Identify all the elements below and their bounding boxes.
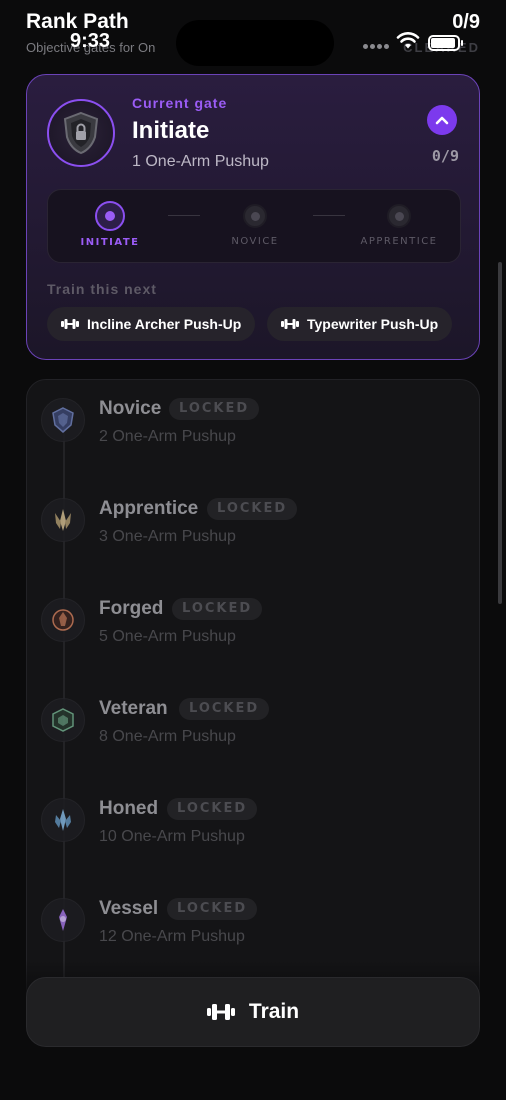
rank-name: Forged: [99, 598, 164, 619]
battery-icon: [428, 35, 460, 51]
step-dot: [243, 204, 267, 228]
locked-badge: LOCKED: [167, 798, 258, 820]
suggestion-chip-label: Typewriter Push-Up: [307, 316, 439, 332]
rank-item-honed[interactable]: Honed LOCKED 10 One-Arm Pushup: [27, 780, 479, 880]
dynamic-island: [176, 20, 334, 66]
status-clock: 9:33: [70, 30, 111, 52]
rank-requirement: 2 One-Arm Pushup: [99, 428, 236, 445]
rank-name: Vessel: [99, 898, 159, 919]
vessel-icon: [41, 898, 85, 942]
step-label: NOVICE: [231, 236, 279, 247]
suggestion-chip[interactable]: Typewriter Push-Up: [267, 307, 453, 341]
step-label: APPRENTICE: [360, 236, 438, 247]
collapse-button[interactable]: [427, 105, 457, 135]
locked-badge: LOCKED: [179, 698, 270, 720]
current-gate-card[interactable]: Current gate Initiate 1 One-Arm Pushup 0…: [26, 74, 480, 360]
locked-badge: LOCKED: [169, 398, 260, 420]
step-novice[interactable]: NOVICE: [205, 204, 305, 247]
rank-item-apprentice[interactable]: Apprentice LOCKED 3 One-Arm Pushup: [27, 480, 479, 580]
rank-name: Apprentice: [99, 498, 199, 519]
rank-requirement: 5 One-Arm Pushup: [99, 628, 236, 645]
rank-item-forged[interactable]: Forged LOCKED 5 One-Arm Pushup: [27, 580, 479, 680]
current-gate-requirement: 1 One-Arm Pushup: [132, 153, 269, 170]
step-connector: [313, 215, 345, 216]
suggestion-chip[interactable]: Incline Archer Push-Up: [47, 307, 256, 341]
wifi-icon: [396, 32, 420, 49]
battery-tip: [461, 40, 463, 46]
locked-badge: LOCKED: [167, 898, 258, 920]
rank-requirement: 8 One-Arm Pushup: [99, 728, 236, 745]
train-next-label: Train this next: [47, 281, 157, 297]
initiate-emblem-icon: [47, 99, 115, 167]
veteran-icon: [41, 698, 85, 742]
step-label: INITIATE: [80, 237, 140, 248]
scrollbar[interactable]: [498, 262, 502, 604]
step-connector: [168, 215, 200, 216]
rank-stepper: INITIATE NOVICE APPRENTICE: [47, 189, 461, 263]
rank-name: Veteran: [99, 698, 168, 719]
rank-requirement: 12 One-Arm Pushup: [99, 928, 245, 945]
step-apprentice[interactable]: APPRENTICE: [349, 204, 449, 247]
train-button-label: Train: [248, 1000, 300, 1023]
step-initiate[interactable]: INITIATE: [60, 201, 160, 248]
rank-list[interactable]: Novice LOCKED 2 One-Arm Pushup Apprentic…: [26, 379, 480, 1019]
locked-badge: LOCKED: [172, 598, 263, 620]
current-gate-name: Initiate: [132, 117, 210, 144]
cellular-signal-icon: [363, 44, 389, 49]
rank-name: Novice: [99, 398, 162, 419]
novice-icon: [41, 398, 85, 442]
rank-item-veteran[interactable]: Veteran LOCKED 8 One-Arm Pushup: [27, 680, 479, 780]
apprentice-icon: [41, 498, 85, 542]
step-dot: [95, 201, 125, 231]
rank-requirement: 10 One-Arm Pushup: [99, 828, 245, 845]
suggestion-chip-label: Incline Archer Push-Up: [87, 316, 242, 332]
dumbbell-icon: [281, 319, 299, 329]
step-dot: [387, 204, 411, 228]
rank-item-novice[interactable]: Novice LOCKED 2 One-Arm Pushup: [27, 380, 479, 480]
gate-progress: 0/9: [431, 147, 459, 165]
dumbbell-icon: [206, 1004, 235, 1020]
rank-name: Honed: [99, 798, 159, 819]
dumbbell-icon: [61, 319, 79, 329]
train-button[interactable]: Train: [26, 977, 480, 1047]
honed-icon: [41, 798, 85, 842]
forged-icon: [41, 598, 85, 642]
rank-requirement: 3 One-Arm Pushup: [99, 528, 236, 545]
locked-badge: LOCKED: [207, 498, 298, 520]
cleared-count: 0/9: [452, 11, 480, 33]
chevron-up-icon: [435, 116, 449, 125]
current-gate-label: Current gate: [132, 95, 228, 111]
